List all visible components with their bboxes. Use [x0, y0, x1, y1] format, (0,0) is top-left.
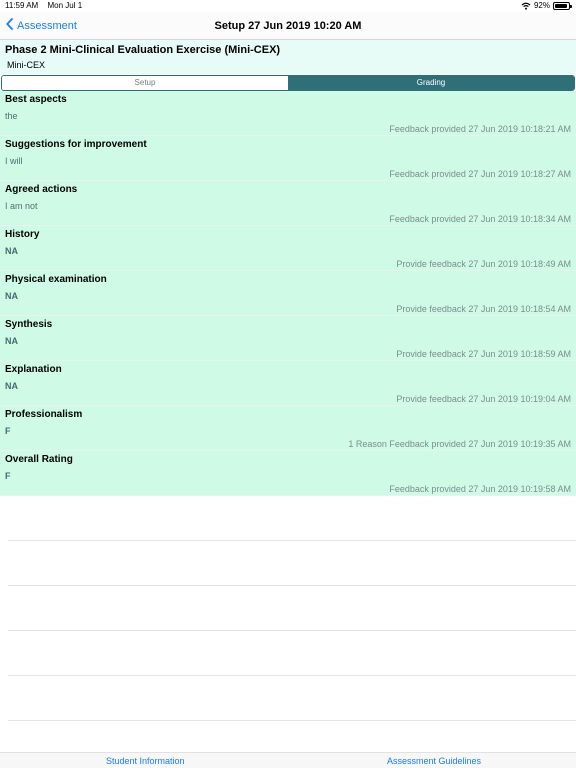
row-title: Explanation: [5, 364, 62, 375]
row-title: Synthesis: [5, 319, 53, 330]
row-meta: 1 Reason Feedback provided 27 Jun 2019 1…: [348, 439, 571, 449]
row-separator: [8, 585, 576, 586]
segment-setup[interactable]: Setup: [2, 76, 288, 90]
row-value: I am not: [5, 201, 38, 211]
list-item[interactable]: Explanation NA Provide feedback 27 Jun 2…: [0, 361, 576, 406]
row-meta: Provide feedback 27 Jun 2019 10:18:49 AM: [396, 259, 571, 269]
list-item[interactable]: History NA Provide feedback 27 Jun 2019 …: [0, 226, 576, 271]
status-date: Mon Jul 1: [47, 1, 83, 10]
row-value: I will: [5, 156, 23, 166]
row-separator: [8, 675, 576, 676]
row-title: Best aspects: [5, 94, 67, 105]
row-meta: Provide feedback 27 Jun 2019 10:18:54 AM: [396, 304, 571, 314]
row-separator: [8, 720, 576, 721]
assessment-subtitle: Mini-CEX: [7, 60, 46, 70]
row-title: Agreed actions: [5, 184, 78, 195]
row-value: NA: [5, 246, 18, 256]
status-bar: 11:59 AM Mon Jul 1 92%: [0, 0, 576, 12]
assessment-header: Phase 2 Mini-Clinical Evaluation Exercis…: [0, 40, 576, 74]
row-title: Overall Rating: [5, 454, 73, 465]
list-item[interactable]: Professionalism F 1 Reason Feedback prov…: [0, 406, 576, 451]
row-value: the: [5, 111, 18, 121]
row-value: NA: [5, 381, 18, 391]
list-item[interactable]: Physical examination NA Provide feedback…: [0, 271, 576, 316]
row-value: F: [5, 426, 11, 436]
segment-grading[interactable]: Grading: [288, 76, 574, 90]
battery-percent: 92%: [533, 1, 550, 10]
row-title: Professionalism: [5, 409, 83, 420]
row-separator: [8, 630, 576, 631]
row-meta: Provide feedback 27 Jun 2019 10:18:59 AM: [396, 349, 571, 359]
row-meta: Provide feedback 27 Jun 2019 10:19:04 AM: [396, 394, 571, 404]
list-item[interactable]: Overall Rating F Feedback provided 27 Ju…: [0, 451, 576, 496]
row-value: NA: [5, 336, 18, 346]
list-item[interactable]: Agreed actions I am not Feedback provide…: [0, 181, 576, 226]
row-title: Suggestions for improvement: [5, 139, 147, 150]
page-title: Setup 27 Jun 2019 10:20 AM: [214, 20, 362, 32]
tab-bar: Student Information Assessment Guideline…: [0, 752, 576, 768]
status-right: 92%: [521, 1, 572, 10]
status-time: 11:59 AM: [5, 1, 39, 10]
row-value: F: [5, 471, 11, 481]
nav-bar: Assessment Setup 27 Jun 2019 10:20 AM: [0, 12, 576, 40]
assessment-title: Phase 2 Mini-Clinical Evaluation Exercis…: [5, 44, 281, 56]
status-left: 11:59 AM Mon Jul 1: [5, 1, 89, 10]
battery-fill: [555, 3, 567, 8]
wifi-icon: [521, 2, 531, 10]
row-meta: Feedback provided 27 Jun 2019 10:18:21 A…: [389, 124, 571, 134]
row-title: Physical examination: [5, 274, 107, 285]
tab-student-information[interactable]: Student Information: [106, 756, 185, 766]
grading-list: Best aspects the Feedback provided 27 Ju…: [0, 91, 576, 496]
list-item[interactable]: Suggestions for improvement I will Feedb…: [0, 136, 576, 181]
battery-icon: [553, 1, 572, 10]
row-value: NA: [5, 291, 18, 301]
empty-list-area: [0, 496, 576, 752]
row-meta: Feedback provided 27 Jun 2019 10:18:34 A…: [389, 214, 571, 224]
row-separator: [8, 540, 576, 541]
list-item[interactable]: Best aspects the Feedback provided 27 Ju…: [0, 91, 576, 136]
row-title: History: [5, 229, 40, 240]
list-item[interactable]: Synthesis NA Provide feedback 27 Jun 201…: [0, 316, 576, 361]
row-meta: Feedback provided 27 Jun 2019 10:19:58 A…: [389, 484, 571, 494]
row-meta: Feedback provided 27 Jun 2019 10:18:27 A…: [389, 169, 571, 179]
segmented-control: Setup Grading: [1, 75, 575, 91]
tab-assessment-guidelines[interactable]: Assessment Guidelines: [387, 756, 481, 766]
